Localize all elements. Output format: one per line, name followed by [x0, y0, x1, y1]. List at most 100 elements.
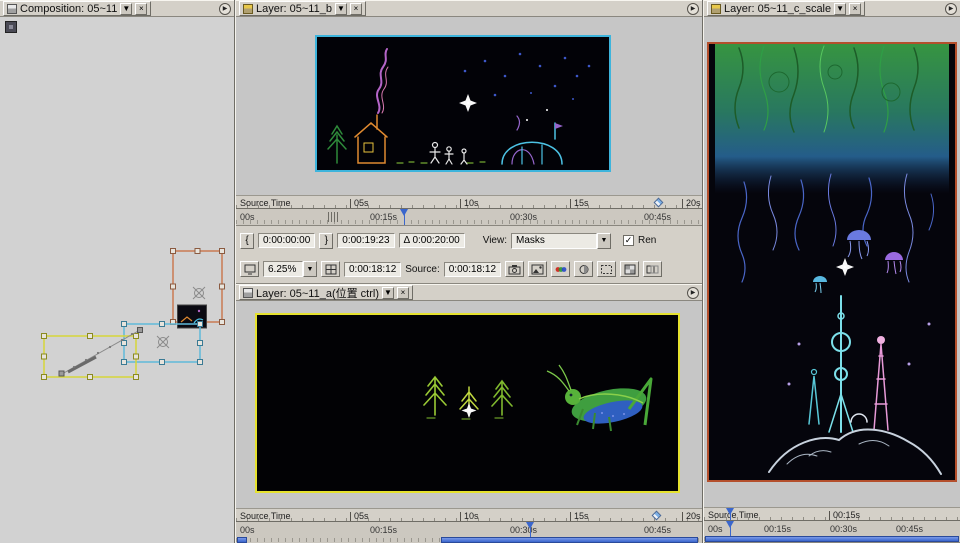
- layer-a-canvas[interactable]: [255, 313, 680, 493]
- work-area-bar[interactable]: [441, 537, 698, 543]
- tab-dropdown-button[interactable]: ▼: [335, 3, 347, 15]
- current-time-indicator[interactable]: [404, 209, 405, 225]
- layer-b-source-ruler[interactable]: Source Time 05s 10s 15s 20s: [236, 195, 702, 209]
- close-icon: ×: [354, 5, 359, 13]
- in-bracket-glyph: {: [245, 235, 248, 246]
- anchor-point-icon[interactable]: [157, 336, 169, 348]
- viewer-options-icon[interactable]: [5, 21, 17, 33]
- duration-field[interactable]: Δ 0:00:20:00: [399, 233, 465, 248]
- tab-close-button[interactable]: ×: [135, 3, 147, 15]
- magnification-value: 6.25%: [263, 261, 303, 277]
- layer-c-viewer[interactable]: [704, 17, 960, 507]
- tab-close-button[interactable]: ×: [849, 3, 861, 15]
- nav-tick: 00s: [240, 212, 255, 222]
- safe-zones-button[interactable]: [321, 261, 340, 277]
- tab-dropdown-button[interactable]: ▼: [834, 3, 846, 15]
- layer-a-viewer[interactable]: [236, 301, 702, 508]
- panel-menu-button[interactable]: ▶: [687, 3, 699, 15]
- nav-tick: 00:15s: [764, 524, 791, 534]
- layer-a-tab[interactable]: Layer: 05~11_a(位置 ctrl) ▼ ×: [239, 285, 413, 300]
- ruler-tick: 15s: [574, 511, 589, 521]
- current-time-indicator[interactable]: [730, 508, 731, 520]
- layer-b-artwork: [317, 37, 609, 170]
- layer-c-canvas[interactable]: [707, 42, 957, 482]
- checkerboard-icon: [624, 264, 636, 275]
- composition-tab[interactable]: Composition: 05~11 ▼ ×: [3, 1, 151, 16]
- chevron-down-icon: ▼: [122, 5, 130, 13]
- current-time-field[interactable]: 0:00:18:12: [344, 262, 401, 277]
- layer-c-source-ruler[interactable]: Source Time 00:15s: [704, 507, 960, 521]
- panel-menu-button[interactable]: ▶: [945, 3, 957, 15]
- render-checkbox[interactable]: ✓: [623, 235, 634, 246]
- composition-panel: Composition: 05~11 ▼ × ▶: [0, 0, 234, 543]
- layer-b-time-navigator[interactable]: 00s 00:15s 00:30s 00:45s: [236, 209, 702, 226]
- tab-dropdown-button[interactable]: ▼: [382, 287, 394, 299]
- layer-c-titlebar: Layer: 05~11_c_scale ▼ × ▶: [704, 0, 960, 17]
- layer-b-viewer[interactable]: [236, 17, 702, 195]
- ruler-tick: 05s: [354, 198, 369, 208]
- layer-c-artwork: [709, 44, 955, 480]
- alpha-channel-button[interactable]: [574, 261, 593, 277]
- show-snapshot-button[interactable]: [528, 261, 547, 277]
- ruler-tick: 05s: [354, 511, 369, 521]
- close-icon: ×: [139, 5, 144, 13]
- tab-close-button[interactable]: ×: [397, 287, 409, 299]
- nav-tick: 00:30s: [510, 212, 537, 222]
- composition-tab-icon: [7, 4, 17, 14]
- set-in-point-button[interactable]: {: [240, 233, 254, 249]
- nav-tick: 00:45s: [896, 524, 923, 534]
- layer-b-canvas[interactable]: [315, 35, 611, 172]
- nav-tick: 00s: [240, 525, 255, 535]
- nav-tick: 00:30s: [830, 524, 857, 534]
- pixel-aspect-icon: [646, 264, 659, 275]
- layer-c-time-navigator[interactable]: 00s 00:15s 00:30s 00:45s: [704, 521, 960, 543]
- ruler-tick: 10s: [464, 511, 479, 521]
- panel-menu-button[interactable]: ▶: [219, 3, 231, 15]
- tab-close-button[interactable]: ×: [350, 3, 362, 15]
- nav-tick: 00:45s: [644, 525, 671, 535]
- composition-tab-title: Composition: 05~11: [20, 3, 117, 15]
- view-label: View:: [483, 235, 507, 246]
- motion-path[interactable]: [59, 328, 143, 377]
- out-time-field[interactable]: 0:00:19:23: [337, 233, 394, 248]
- layer-a-artwork: [257, 315, 678, 491]
- navigator-handle[interactable]: [328, 212, 339, 222]
- composition-wireframes: [0, 17, 234, 543]
- set-out-point-button[interactable]: }: [319, 233, 333, 249]
- transparency-grid-button[interactable]: [620, 261, 639, 277]
- pixel-aspect-button[interactable]: [643, 261, 662, 277]
- chevron-down-icon: ▼: [597, 233, 611, 249]
- layer-c-tab-title: Layer: 05~11_c_scale: [724, 3, 831, 15]
- chevron-down-icon: ▼: [303, 261, 317, 277]
- layer-a-time-navigator[interactable]: 00s 00:15s 00:30s 00:45s: [236, 522, 702, 543]
- in-time-field[interactable]: 0:00:00:00: [258, 233, 315, 248]
- nav-tick: 00:45s: [644, 212, 671, 222]
- tab-dropdown-button[interactable]: ▼: [120, 3, 132, 15]
- layer-a-source-ruler[interactable]: Source Time 05s 10s 15s 20s: [236, 508, 702, 522]
- composition-viewer[interactable]: [0, 17, 234, 543]
- chevron-down-icon: ▼: [836, 5, 844, 13]
- source-time-field[interactable]: 0:00:18:12: [444, 262, 501, 277]
- view-dropdown[interactable]: Masks ▼: [511, 233, 611, 249]
- snapshot-camera-button[interactable]: [505, 261, 524, 277]
- work-area-bar[interactable]: [237, 537, 247, 543]
- source-time-label: Source Time: [240, 511, 291, 521]
- anchor-point-icon[interactable]: [193, 287, 205, 299]
- panel-menu-button[interactable]: ▶: [687, 287, 699, 299]
- camera-icon: [508, 264, 521, 275]
- layer-b-tab-title: Layer: 05~11_b: [256, 3, 332, 15]
- layer-c-tab[interactable]: Layer: 05~11_c_scale ▼ ×: [707, 1, 865, 16]
- region-of-interest-button[interactable]: [597, 261, 616, 277]
- roi-icon: [600, 264, 613, 275]
- composition-titlebar: Composition: 05~11 ▼ × ▶: [0, 0, 234, 17]
- work-area-bar[interactable]: [705, 536, 959, 542]
- magnification-dropdown[interactable]: 6.25% ▼: [263, 261, 317, 277]
- rgb-channels-button[interactable]: [551, 261, 570, 277]
- ruler-tick: 10s: [464, 198, 479, 208]
- ruler-tick: 15s: [574, 198, 589, 208]
- after-effects-workspace: Composition: 05~11 ▼ × ▶: [0, 0, 960, 543]
- check-icon: ✓: [625, 236, 633, 245]
- preview-screen-button[interactable]: [240, 261, 259, 277]
- layer-b-viewer-controls: 6.25% ▼ 0:00:18:12 Source: 0:00:18:12: [236, 255, 702, 283]
- layer-b-tab[interactable]: Layer: 05~11_b ▼ ×: [239, 1, 366, 16]
